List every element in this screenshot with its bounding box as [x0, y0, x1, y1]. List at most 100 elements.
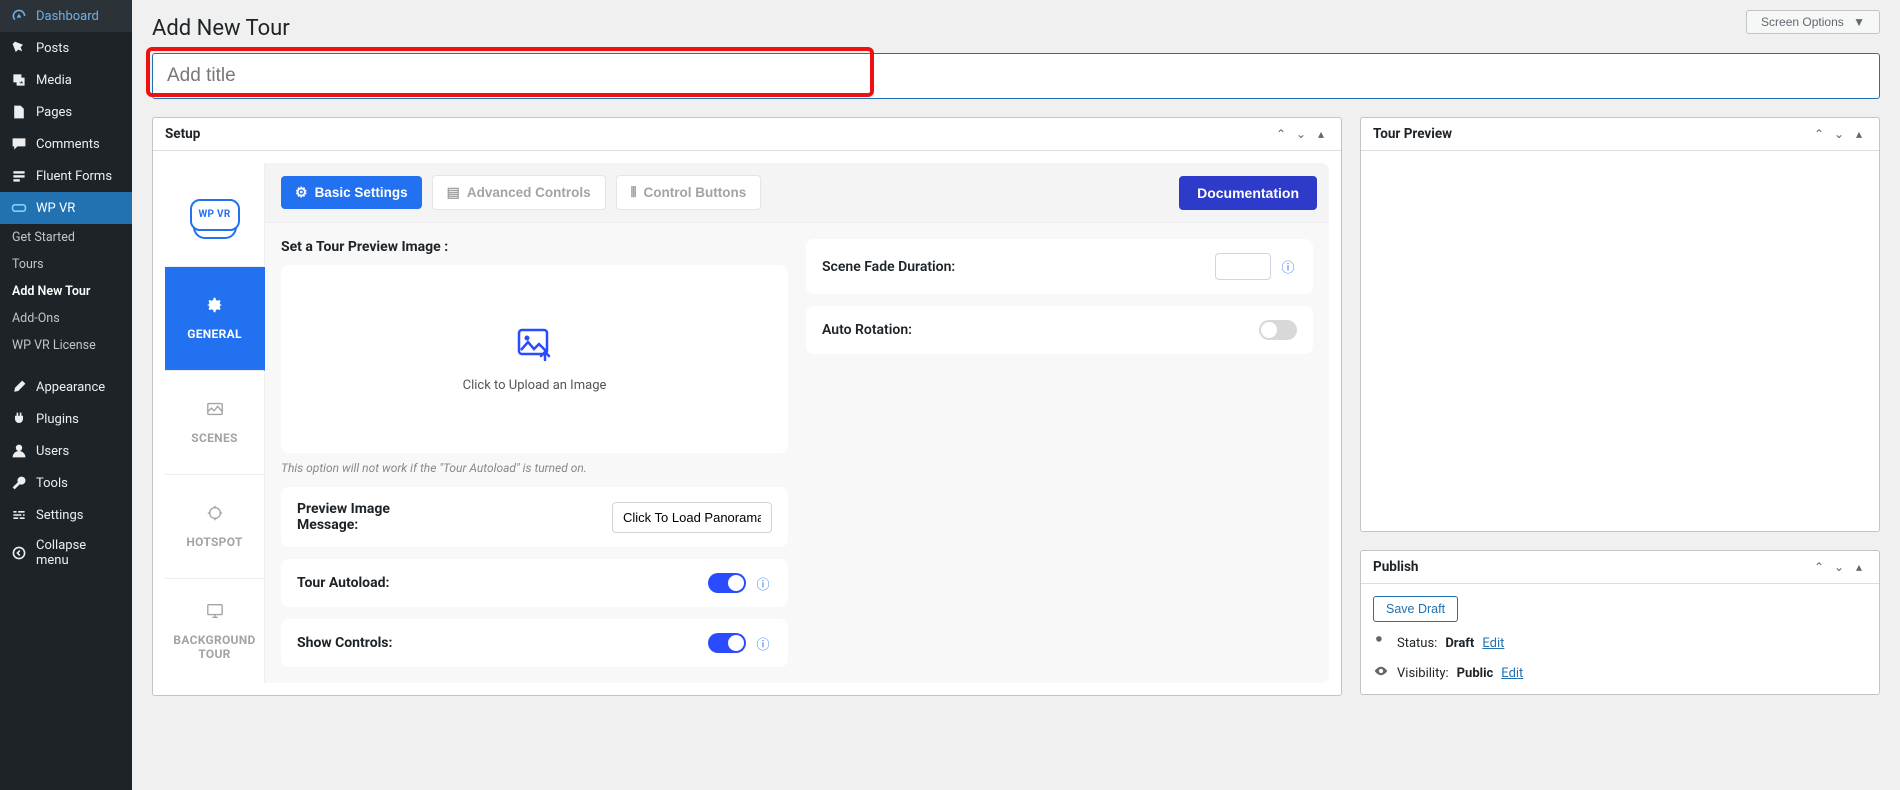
status-value: Draft: [1445, 636, 1474, 651]
user-icon: [10, 442, 28, 460]
sidebar-label: Fluent Forms: [36, 169, 112, 184]
sidebar-item-appearance[interactable]: Appearance: [0, 371, 132, 403]
sidebar-item-plugins[interactable]: Plugins: [0, 403, 132, 435]
fade-duration-label: Scene Fade Duration:: [822, 259, 955, 275]
sidebar-item-comments[interactable]: Comments: [0, 128, 132, 160]
basic-settings-button[interactable]: ⚙ Basic Settings: [281, 176, 422, 209]
advanced-controls-button[interactable]: ▤ Advanced Controls: [432, 175, 606, 210]
tour-preview-title: Tour Preview: [1373, 126, 1452, 142]
panel-up-icon[interactable]: ⌃: [1811, 559, 1827, 575]
chevron-down-icon: ▼: [1853, 15, 1865, 29]
comment-icon: [10, 135, 28, 153]
sidebar-label: Plugins: [36, 412, 79, 427]
sidebar-sub-getstarted[interactable]: Get Started: [0, 224, 132, 251]
wpvr-logo: WP VR: [190, 199, 240, 231]
sidebar-label: Tools: [36, 476, 68, 491]
sliders-icon: ⫴: [631, 184, 637, 201]
sidebar-label: Collapse menu: [36, 538, 122, 568]
pages-icon: [10, 103, 28, 121]
sidebar-label: Media: [36, 73, 72, 88]
sidebar-item-users[interactable]: Users: [0, 435, 132, 467]
sidebar-item-wpvr[interactable]: WP VR: [0, 192, 132, 224]
page-title: Add New Tour: [152, 10, 290, 47]
panel-toggle-icon[interactable]: ▴: [1851, 559, 1867, 575]
show-controls-label: Show Controls:: [297, 635, 392, 651]
sidebar-item-collapse[interactable]: Collapse menu: [0, 531, 132, 575]
documentation-button[interactable]: Documentation: [1179, 176, 1317, 210]
panel-down-icon[interactable]: ⌄: [1831, 559, 1847, 575]
fade-duration-input[interactable]: [1215, 253, 1271, 280]
edit-visibility-link[interactable]: Edit: [1501, 666, 1523, 681]
brush-icon: [10, 378, 28, 396]
sidebar-label: Appearance: [36, 380, 105, 395]
sidebar-label: Users: [36, 444, 69, 459]
info-icon[interactable]: ⓘ: [1279, 257, 1297, 276]
eye-icon: [1373, 664, 1389, 682]
sidebar-item-tools[interactable]: Tools: [0, 467, 132, 499]
control-buttons-button[interactable]: ⫴ Control Buttons: [616, 175, 762, 210]
sidetab-backgroundtour[interactable]: BACKGROUND TOUR: [165, 579, 265, 683]
sliders-icon: [10, 506, 28, 524]
show-controls-toggle[interactable]: [708, 633, 746, 653]
info-icon[interactable]: ⓘ: [754, 574, 772, 593]
upload-text: Click to Upload an Image: [463, 378, 607, 393]
monitor-icon: [206, 602, 224, 625]
media-icon: [10, 71, 28, 89]
tool-icon: [10, 474, 28, 492]
plug-icon: [10, 410, 28, 428]
sidebar-item-settings[interactable]: Settings: [0, 499, 132, 531]
sidebar-sub-license[interactable]: WP VR License: [0, 332, 132, 359]
panel-up-icon[interactable]: ⌃: [1811, 126, 1827, 142]
panel-up-icon[interactable]: ⌃: [1273, 126, 1289, 142]
image-icon: [206, 400, 224, 423]
status-label: Status:: [1397, 636, 1437, 651]
sidetab-hotspot[interactable]: HOTSPOT: [165, 475, 265, 579]
sidebar-label: WP VR: [36, 201, 75, 216]
screen-options-button[interactable]: Screen Options ▼: [1746, 10, 1880, 34]
sidebar-sub-tours[interactable]: Tours: [0, 251, 132, 278]
auto-rotation-toggle[interactable]: [1259, 320, 1297, 340]
visibility-label: Visibility:: [1397, 666, 1449, 681]
auto-rotation-label: Auto Rotation:: [822, 322, 912, 338]
tour-preview-body: [1361, 151, 1879, 531]
preview-message-label: Preview Image Message:: [297, 501, 437, 533]
tour-autoload-toggle[interactable]: [708, 573, 746, 593]
preview-image-section-title: Set a Tour Preview Image :: [281, 239, 788, 255]
sidebar-item-pages[interactable]: Pages: [0, 96, 132, 128]
panel-down-icon[interactable]: ⌄: [1831, 126, 1847, 142]
sidebar-item-dashboard[interactable]: Dashboard: [0, 0, 132, 32]
tachometer-icon: [10, 7, 28, 25]
setup-panel: Setup ⌃ ⌄ ▴ WP VR: [152, 117, 1342, 696]
sidebar-item-fluentforms[interactable]: Fluent Forms: [0, 160, 132, 192]
sidetab-general[interactable]: GENERAL: [165, 267, 265, 371]
key-icon: [1373, 634, 1389, 652]
preview-message-input[interactable]: [612, 502, 772, 533]
sidebar-label: Dashboard: [36, 9, 99, 24]
sidebar-sub-addons[interactable]: Add-Ons: [0, 305, 132, 332]
layers-icon: ▤: [447, 184, 460, 201]
save-draft-button[interactable]: Save Draft: [1373, 596, 1458, 622]
tour-title-input[interactable]: [152, 53, 1880, 99]
setup-panel-title: Setup: [165, 126, 200, 142]
sidebar-label: Posts: [36, 41, 69, 56]
sidebar-sub-addnewtour[interactable]: Add New Tour: [0, 278, 132, 305]
visibility-value: Public: [1457, 666, 1494, 681]
panel-toggle-icon[interactable]: ▴: [1313, 126, 1329, 142]
sidetab-scenes[interactable]: SCENES: [165, 371, 265, 475]
sidebar-label: Comments: [36, 137, 100, 152]
panel-down-icon[interactable]: ⌄: [1293, 126, 1309, 142]
sidebar-label: Settings: [36, 508, 83, 523]
edit-status-link[interactable]: Edit: [1482, 636, 1504, 651]
main-content: Add New Tour Screen Options ▼ Setup ⌃ ⌄ …: [132, 0, 1900, 724]
panel-toggle-icon[interactable]: ▴: [1851, 126, 1867, 142]
publish-panel: Publish ⌃ ⌄ ▴ Save Draft Status: Draft: [1360, 550, 1880, 695]
sidebar-item-media[interactable]: Media: [0, 64, 132, 96]
pin-icon: [10, 39, 28, 57]
info-icon[interactable]: ⓘ: [754, 634, 772, 653]
target-icon: [206, 504, 224, 527]
sidebar-label: Pages: [36, 105, 72, 120]
gear-icon: ⚙: [295, 184, 308, 201]
setup-sidetabs: WP VR GENERAL: [165, 163, 265, 683]
upload-image-box[interactable]: Click to Upload an Image: [281, 265, 788, 453]
sidebar-item-posts[interactable]: Posts: [0, 32, 132, 64]
